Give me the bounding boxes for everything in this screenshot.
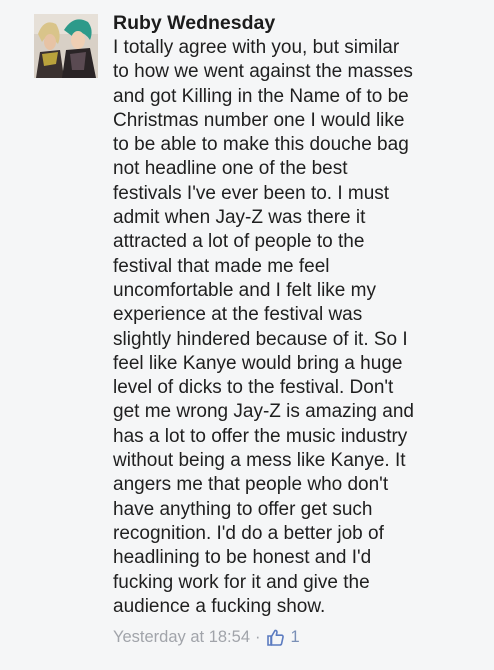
comment-text-line: festivals I've ever been to. I must [113, 182, 390, 204]
comment-text-line: Christmas number one I would like [113, 109, 405, 131]
comment-text-line: attracted a lot of people to the [113, 231, 365, 253]
comment-text-line: I totally agree with you, but similar [113, 37, 400, 58]
comment: Ruby Wednesday I totally agree with you,… [0, 0, 494, 670]
comment-text-line: fucking work for it and give the [113, 571, 370, 593]
comment-text-line: to be able to make this douche bag [113, 134, 409, 156]
comment-text-line: to how we went against the masses [113, 61, 413, 83]
comment-meta: Yesterday at 18:54 · 1 [113, 626, 485, 648]
comment-text-line: feel like Kanye would bring a huge [113, 352, 403, 374]
comment-text: I totally agree with you, but similar to… [113, 36, 485, 619]
comment-body: Ruby Wednesday I totally agree with you,… [113, 10, 485, 648]
comment-text-line: admit when Jay-Z was there it [113, 207, 366, 229]
author-name[interactable]: Ruby Wednesday [113, 10, 485, 36]
comment-text-line: slightly hindered because of it. So I [113, 328, 408, 350]
comment-text-line: have anything to offer get such [113, 498, 373, 520]
comment-text-line: not headline one of the best [113, 158, 348, 180]
comment-text-line: get me wrong Jay-Z is amazing and [113, 401, 414, 423]
comment-text-line: level of dicks to the festival. Don't [113, 377, 394, 399]
comment-text-line: recognition. I'd do a better job of [113, 522, 384, 544]
comment-text-line: angers me that people who don't [113, 474, 389, 496]
like-count[interactable]: 1 [291, 626, 300, 648]
comment-text-line: has a lot to offer the music industry [113, 425, 408, 447]
meta-separator: · [255, 628, 261, 647]
comment-text-line: audience a fucking show. [113, 595, 326, 617]
comment-text-line: without being a mess like Kanye. It [113, 450, 406, 472]
comment-text-line: uncomfortable and I felt like my [113, 279, 376, 301]
avatar-image [34, 14, 98, 78]
comment-text-line: and got Killing in the Name of to be [113, 85, 409, 107]
comment-text-line: headlining to be honest and I'd [113, 547, 372, 569]
comment-text-line: festival that made me feel [113, 255, 330, 277]
avatar[interactable] [34, 14, 98, 78]
comment-text-line: experience at the festival was [113, 304, 363, 326]
timestamp[interactable]: Yesterday at 18:54 [113, 626, 250, 648]
thumbs-up-icon[interactable] [266, 628, 285, 647]
